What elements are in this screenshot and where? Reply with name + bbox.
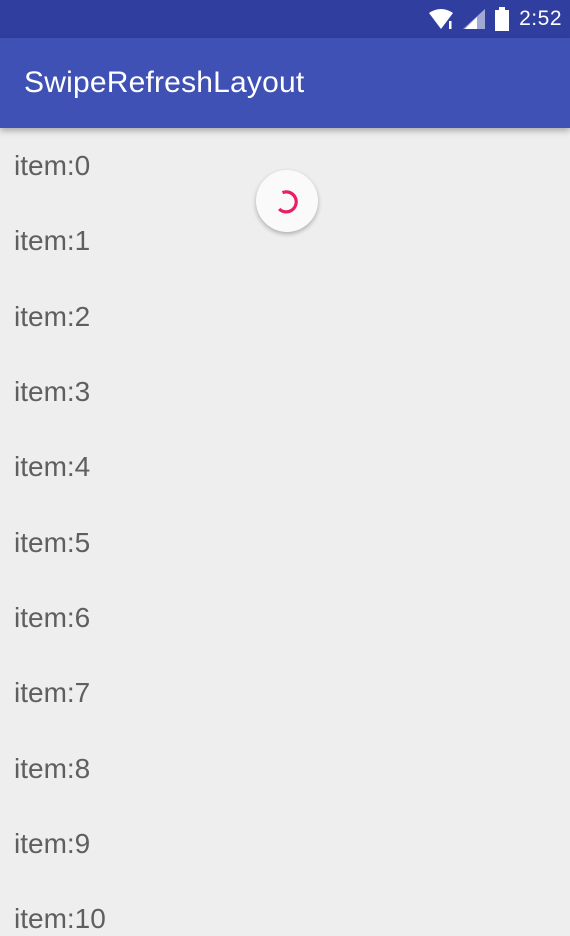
status-bar: 2:52 <box>0 0 570 38</box>
item-list[interactable]: item:0 item:1 item:2 item:3 item:4 item:… <box>0 128 570 936</box>
list-item[interactable]: item:4 <box>14 448 90 486</box>
list-item[interactable]: item:10 <box>14 900 106 936</box>
app-bar: SwipeRefreshLayout <box>0 38 570 128</box>
wifi-icon <box>429 9 454 29</box>
status-icons: 2:52 <box>429 0 562 38</box>
list-item[interactable]: item:7 <box>14 674 90 712</box>
refresh-indicator <box>256 170 318 232</box>
cell-signal-icon <box>463 9 486 29</box>
list-item[interactable]: item:1 <box>14 222 90 260</box>
status-time: 2:52 <box>519 7 562 30</box>
app-title: SwipeRefreshLayout <box>24 66 305 99</box>
list-item[interactable]: item:3 <box>14 373 90 411</box>
list-item[interactable]: item:2 <box>14 298 90 336</box>
list-item[interactable]: item:8 <box>14 750 90 788</box>
refresh-spinner-icon <box>278 190 298 214</box>
list-item[interactable]: item:6 <box>14 599 90 637</box>
battery-icon <box>495 7 510 31</box>
list-item[interactable]: item:0 <box>14 147 90 185</box>
list-item[interactable]: item:5 <box>14 524 90 562</box>
list-item[interactable]: item:9 <box>14 825 90 863</box>
